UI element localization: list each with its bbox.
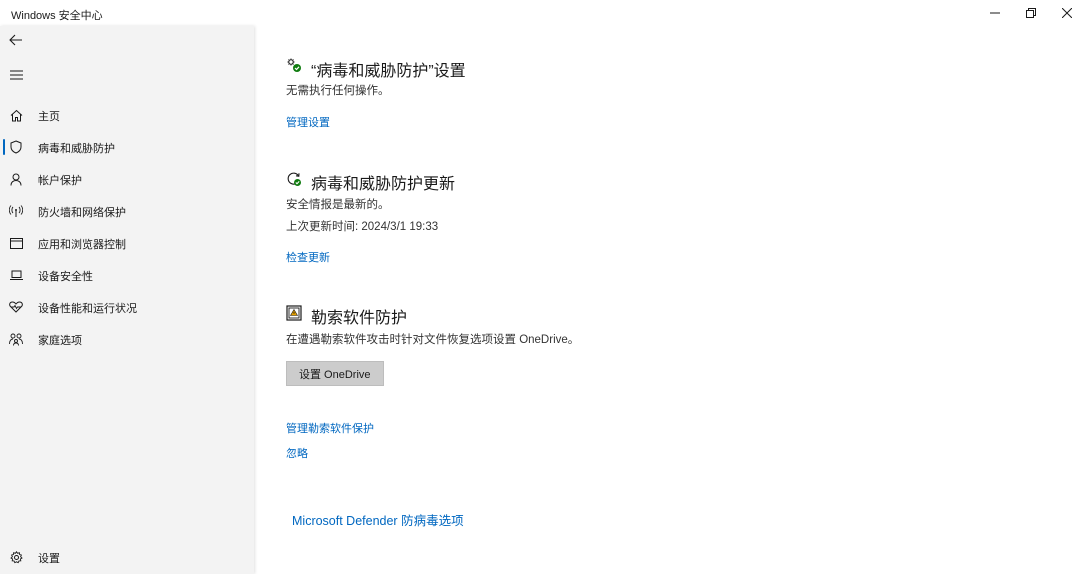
sidebar-item-label: 主页 bbox=[38, 111, 60, 123]
settings-section-title: “病毒和威胁防护”设置 bbox=[311, 63, 466, 80]
sidebar-item-label: 设备安全性 bbox=[38, 271, 93, 283]
title-bar: Windows 安全中心 bbox=[0, 0, 1080, 26]
setup-onedrive-button[interactable]: 设置 OneDrive bbox=[286, 361, 384, 386]
ransomware-section-title: 勒索软件防护 bbox=[311, 310, 408, 327]
selected-indicator bbox=[3, 139, 5, 155]
gear-icon bbox=[9, 550, 23, 564]
sidebar: 主页 病毒和威胁防护 帐户保护 防火墙和网络保护 应用和浏览器控制 设备安全性 … bbox=[0, 26, 254, 574]
menu-button[interactable] bbox=[3, 63, 29, 89]
manage-ransomware-link[interactable]: 管理勒索软件保护 bbox=[286, 420, 374, 436]
main-content: “病毒和威胁防护”设置 无需执行任何操作。 管理设置 病毒和威胁防护更新 安全情… bbox=[256, 26, 1080, 574]
updates-section-title: 病毒和威胁防护更新 bbox=[311, 176, 456, 193]
heart-pulse-icon bbox=[9, 300, 23, 314]
laptop-icon bbox=[9, 268, 23, 282]
restore-icon bbox=[1026, 8, 1036, 18]
sidebar-item-label: 家庭选项 bbox=[38, 335, 82, 347]
restore-button[interactable] bbox=[1013, 0, 1049, 26]
browser-window-icon bbox=[9, 236, 23, 250]
person-icon bbox=[9, 172, 23, 186]
sidebar-item-app-browser-control[interactable]: 应用和浏览器控制 bbox=[0, 228, 254, 258]
sidebar-item-device-performance[interactable]: 设备性能和运行状况 bbox=[0, 292, 254, 322]
sidebar-item-label: 设备性能和运行状况 bbox=[38, 303, 137, 315]
back-button[interactable] bbox=[3, 29, 29, 55]
dismiss-link[interactable]: 忽略 bbox=[286, 445, 308, 461]
sidebar-item-home[interactable]: 主页 bbox=[0, 100, 254, 130]
sidebar-item-device-security[interactable]: 设备安全性 bbox=[0, 260, 254, 290]
sidebar-item-firewall[interactable]: 防火墙和网络保护 bbox=[0, 196, 254, 226]
sidebar-item-account-protection[interactable]: 帐户保护 bbox=[0, 164, 254, 194]
back-arrow-icon bbox=[9, 33, 23, 51]
sidebar-item-label: 设置 bbox=[38, 553, 60, 565]
refresh-check-icon bbox=[286, 171, 302, 187]
close-button[interactable] bbox=[1049, 0, 1080, 26]
sidebar-item-settings[interactable]: 设置 bbox=[0, 542, 254, 572]
family-icon bbox=[9, 332, 23, 346]
minimize-button[interactable] bbox=[977, 0, 1013, 26]
sidebar-item-label: 病毒和威胁防护 bbox=[38, 143, 115, 155]
shield-icon bbox=[9, 140, 23, 154]
sidebar-item-label: 应用和浏览器控制 bbox=[38, 239, 126, 251]
hamburger-icon bbox=[9, 67, 23, 85]
updates-status-text: 安全情报是最新的。 bbox=[286, 199, 390, 211]
home-icon bbox=[9, 108, 23, 122]
close-icon bbox=[1062, 8, 1072, 18]
minimize-icon bbox=[990, 8, 1000, 18]
ransomware-description: 在遭遇勒索软件攻击时针对文件恢复选项设置 OneDrive。 bbox=[286, 334, 580, 346]
manage-settings-link[interactable]: 管理设置 bbox=[286, 114, 330, 130]
settings-status-text: 无需执行任何操作。 bbox=[286, 85, 390, 97]
check-updates-link[interactable]: 检查更新 bbox=[286, 249, 330, 265]
wireless-icon bbox=[9, 204, 23, 218]
last-update-time: 上次更新时间: 2024/3/1 19:33 bbox=[286, 221, 439, 233]
sidebar-item-virus-protection[interactable]: 病毒和威胁防护 bbox=[0, 132, 254, 162]
sidebar-item-family-options[interactable]: 家庭选项 bbox=[0, 324, 254, 354]
sidebar-item-label: 防火墙和网络保护 bbox=[38, 207, 126, 219]
window-title: Windows 安全中心 bbox=[11, 10, 103, 22]
settings-gear-check-icon bbox=[286, 57, 302, 73]
ransomware-folder-icon bbox=[286, 305, 302, 321]
defender-antivirus-options-link[interactable]: Microsoft Defender 防病毒选项 bbox=[292, 510, 464, 529]
sidebar-item-label: 帐户保护 bbox=[38, 175, 82, 187]
